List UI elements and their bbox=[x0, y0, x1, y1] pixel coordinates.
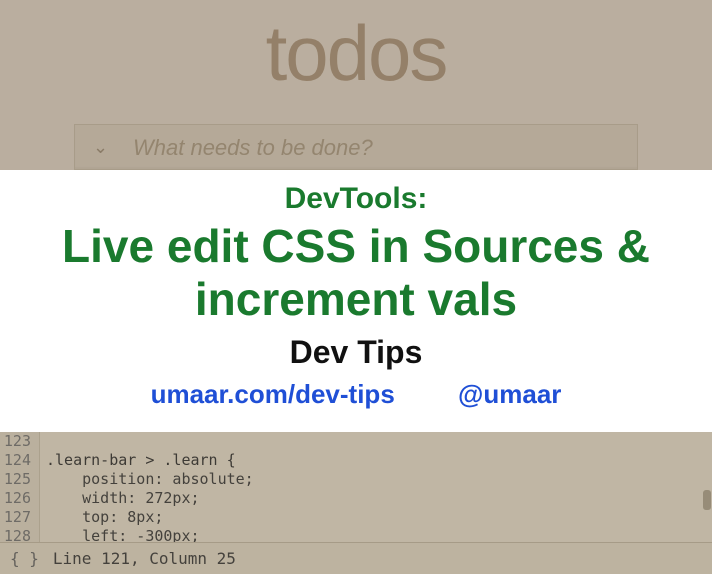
banner-sub: Dev Tips bbox=[0, 334, 712, 371]
viewport: todos ⌄ What needs to be done? DevTools:… bbox=[0, 0, 712, 574]
code-line: 127 top: 8px; bbox=[0, 508, 712, 527]
code-line: 125 position: absolute; bbox=[0, 470, 712, 489]
code-text[interactable] bbox=[40, 432, 46, 451]
code-text[interactable]: width: 272px; bbox=[40, 489, 200, 508]
site-link[interactable]: umaar.com/dev-tips bbox=[151, 379, 395, 410]
line-number: 123 bbox=[0, 432, 40, 451]
code-text[interactable]: top: 8px; bbox=[40, 508, 163, 527]
cursor-position: Line 121, Column 25 bbox=[53, 549, 236, 568]
line-number: 127 bbox=[0, 508, 40, 527]
devtools-sources-panel: 123 124 .learn-bar > .learn { 125 positi… bbox=[0, 432, 712, 574]
banner-headline: Live edit CSS in Sources & increment val… bbox=[0, 220, 712, 326]
line-number: 126 bbox=[0, 489, 40, 508]
code-line: 124 .learn-bar > .learn { bbox=[0, 451, 712, 470]
line-number: 125 bbox=[0, 470, 40, 489]
title-banner: DevTools: Live edit CSS in Sources & inc… bbox=[0, 170, 712, 432]
twitter-handle[interactable]: @umaar bbox=[458, 379, 561, 410]
banner-kicker: DevTools: bbox=[0, 182, 712, 216]
dim-overlay-top bbox=[0, 0, 712, 170]
banner-links: umaar.com/dev-tips @umaar bbox=[0, 379, 712, 410]
code-text[interactable]: .learn-bar > .learn { bbox=[40, 451, 236, 470]
status-bar: { } Line 121, Column 25 bbox=[0, 542, 712, 574]
line-number: 124 bbox=[0, 451, 40, 470]
code-line: 123 bbox=[0, 432, 712, 451]
code-line: 126 width: 272px; bbox=[0, 489, 712, 508]
code-editor[interactable]: 123 124 .learn-bar > .learn { 125 positi… bbox=[0, 432, 712, 542]
braces-icon[interactable]: { } bbox=[10, 549, 39, 568]
scrollbar-thumb[interactable] bbox=[703, 490, 711, 510]
code-text[interactable]: position: absolute; bbox=[40, 470, 254, 489]
